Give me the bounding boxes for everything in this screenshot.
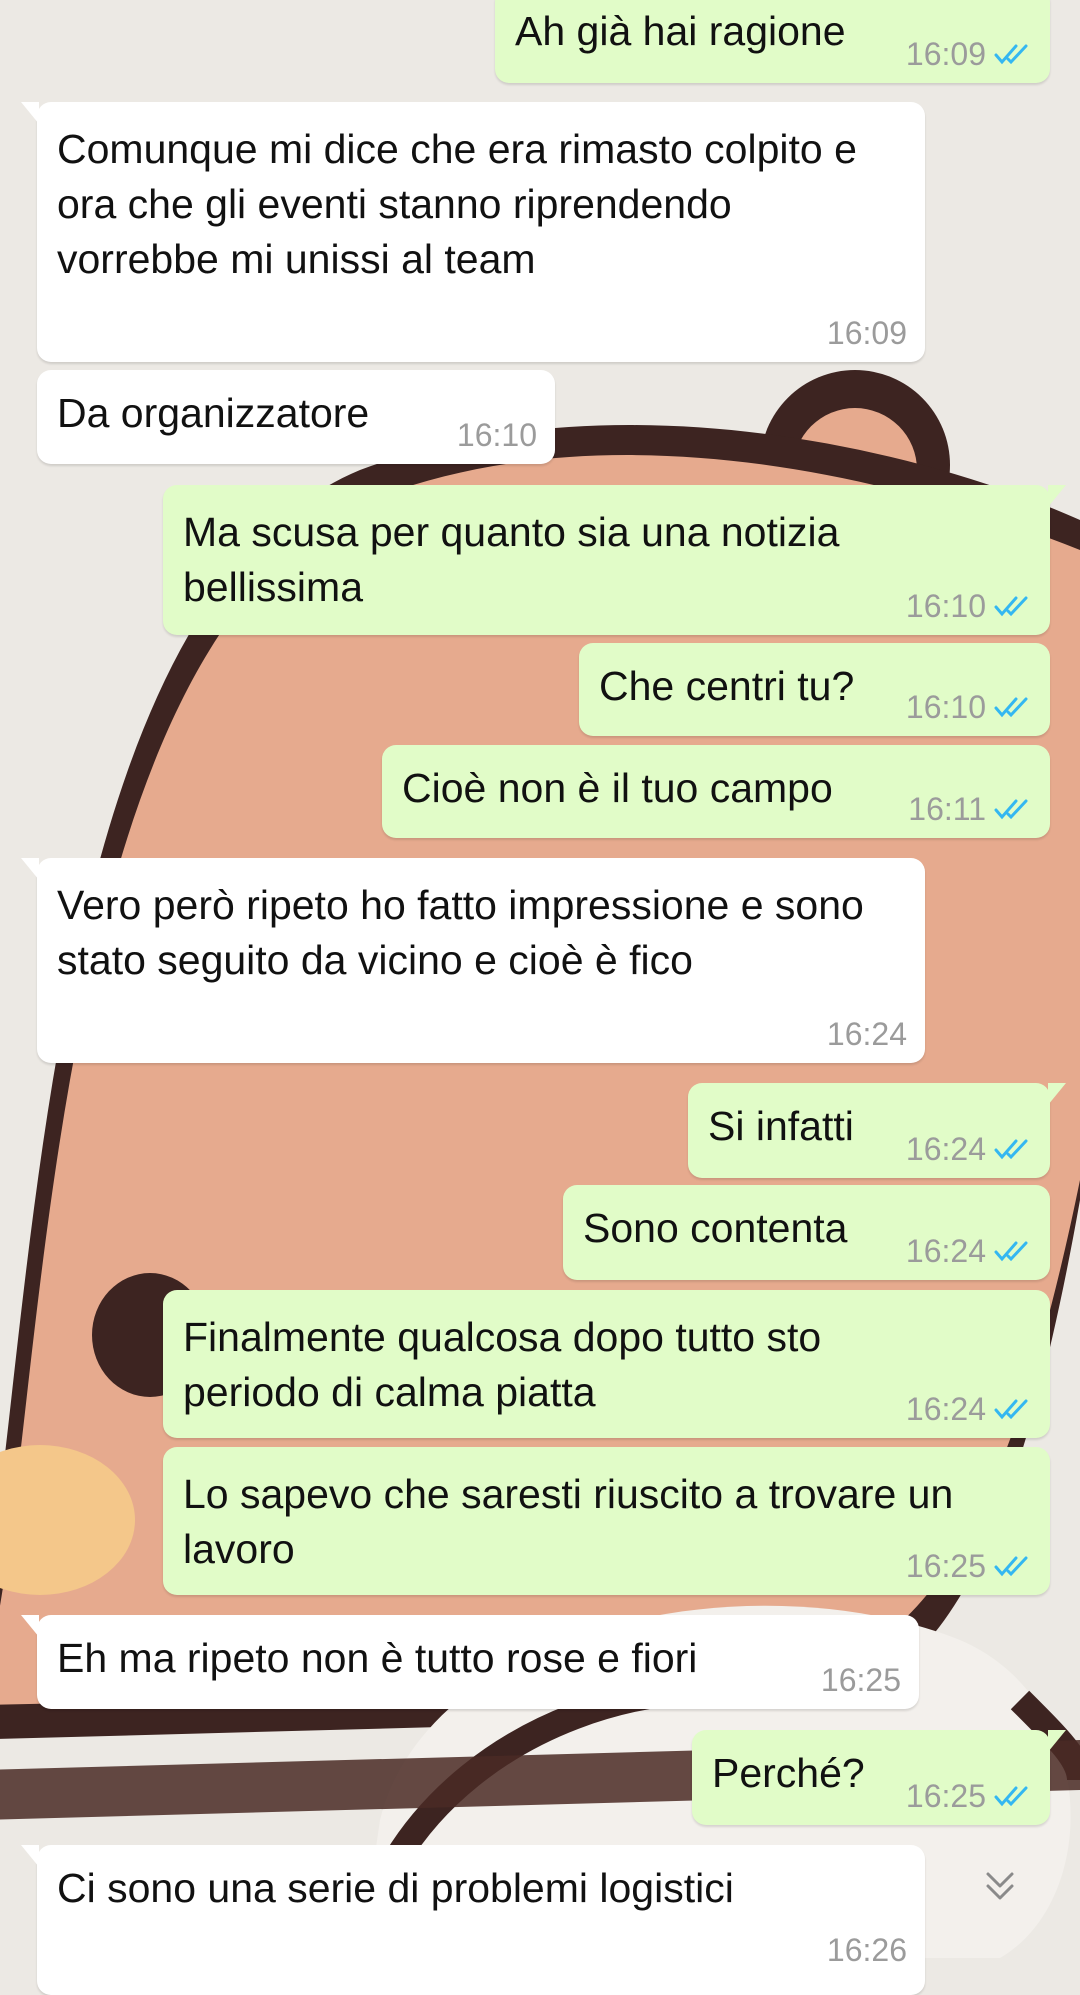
message-text: Ci sono una serie di problemi logistici	[57, 1865, 734, 1911]
message-time: 16:10	[905, 588, 986, 624]
message-bubble-outgoing[interactable]: Ah già hai ragione 16:09	[495, 0, 1050, 83]
message-bubble-outgoing[interactable]: Si infatti 16:24	[688, 1083, 1066, 1178]
message-meta: 16:10	[906, 690, 1032, 724]
message-text: Eh ma ripeto non è tutto rose e fiori	[57, 1635, 698, 1681]
read-receipt-icon	[994, 44, 1028, 65]
message-meta: 16:24	[827, 1017, 907, 1051]
read-receipt-icon	[994, 799, 1028, 820]
read-receipt-icon	[994, 1556, 1028, 1577]
bubble-tail	[21, 1845, 39, 1867]
chevron-double-down-icon	[986, 1872, 1014, 1900]
message-time: 16:24	[826, 1016, 907, 1052]
message-meta: 16:24	[906, 1132, 1032, 1166]
message-time: 16:24	[905, 1131, 986, 1167]
message-meta: 16:24	[906, 1234, 1032, 1268]
message-meta: 16:25	[906, 1779, 1032, 1813]
message-text: Finalmente qualcosa dopo tutto sto perio…	[183, 1314, 822, 1415]
message-bubble-outgoing[interactable]: Che centri tu? 16:10	[579, 643, 1050, 736]
message-time: 16:25	[820, 1662, 901, 1698]
message-meta: 16:10	[457, 418, 537, 452]
bubble-tail	[21, 1615, 39, 1637]
bubble-tail	[21, 858, 39, 880]
chat-messages[interactable]: Ah già hai ragione 16:09 Comunque mi dic…	[0, 0, 1080, 1995]
read-receipt-icon	[994, 697, 1028, 718]
message-time: 16:25	[905, 1778, 986, 1814]
message-time: 16:09	[826, 315, 907, 351]
message-bubble-outgoing[interactable]: Lo sapevo che saresti riuscito a trovare…	[163, 1447, 1050, 1595]
scroll-to-bottom-button[interactable]	[972, 1858, 1028, 1914]
message-meta: 16:09	[827, 316, 907, 350]
message-time: 16:24	[905, 1233, 986, 1269]
read-receipt-icon	[994, 1399, 1028, 1420]
bubble-tail	[1048, 1083, 1066, 1105]
read-receipt-icon	[994, 1139, 1028, 1160]
message-bubble-incoming[interactable]: Eh ma ripeto non è tutto rose e fiori 16…	[21, 1615, 919, 1709]
message-time: 16:24	[905, 1391, 986, 1427]
message-meta: 16:25	[906, 1549, 1032, 1583]
message-bubble-incoming[interactable]: Vero però ripeto ho fatto impressione e …	[21, 858, 925, 1063]
message-bubble-incoming[interactable]: Comunque mi dice che era rimasto colpito…	[21, 102, 925, 362]
message-bubble-incoming[interactable]: Ci sono una serie di problemi logistici …	[21, 1845, 925, 1995]
message-meta: 16:10	[906, 589, 1032, 623]
message-meta: 16:26	[827, 1933, 907, 1967]
message-meta: 16:24	[906, 1392, 1032, 1426]
message-text: Comunque mi dice che era rimasto colpito…	[57, 126, 857, 282]
read-receipt-icon	[994, 596, 1028, 617]
message-text: Ma scusa per quanto sia una notizia bell…	[183, 509, 840, 610]
bubble-tail	[1048, 1730, 1066, 1752]
message-time: 16:10	[905, 689, 986, 725]
message-bubble-outgoing[interactable]: Sono contenta 16:24	[563, 1185, 1050, 1280]
message-text: Lo sapevo che saresti riuscito a trovare…	[183, 1471, 954, 1572]
message-time: 16:26	[826, 1932, 907, 1968]
message-meta: 16:25	[821, 1663, 901, 1697]
read-receipt-icon	[994, 1241, 1028, 1262]
message-meta: 16:09	[906, 37, 1032, 71]
bubble-tail	[21, 102, 39, 124]
message-time: 16:09	[905, 36, 986, 72]
message-text: Vero però ripeto ho fatto impressione e …	[57, 882, 864, 983]
read-receipt-icon	[994, 1786, 1028, 1807]
message-time: 16:10	[456, 417, 537, 453]
message-bubble-outgoing[interactable]: Perché? 16:25	[692, 1730, 1066, 1825]
message-time: 16:11	[908, 791, 986, 827]
message-time: 16:25	[905, 1548, 986, 1584]
bubble-tail	[1048, 485, 1066, 507]
message-meta: 16:11	[908, 792, 1032, 826]
message-bubble-outgoing[interactable]: Finalmente qualcosa dopo tutto sto perio…	[163, 1290, 1050, 1438]
message-bubble-incoming[interactable]: Da organizzatore 16:10	[37, 370, 555, 464]
message-bubble-outgoing[interactable]: Ma scusa per quanto sia una notizia bell…	[163, 485, 1066, 635]
message-bubble-outgoing[interactable]: Cioè non è il tuo campo 16:11	[382, 745, 1050, 838]
